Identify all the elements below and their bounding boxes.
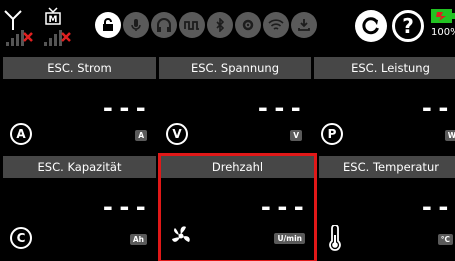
tile-esc-temperatur[interactable]: ESC. Temperatur --- °C [319, 156, 455, 261]
unit-badge: °C [437, 234, 453, 245]
tile-esc-strom[interactable]: ESC. Strom --- A A [3, 57, 156, 152]
unit-badge: A [135, 130, 147, 141]
tile-value: --- [100, 193, 150, 221]
voltage-icon: V [166, 123, 188, 145]
tile-title: ESC. Leistung [314, 57, 455, 79]
svg-text:M: M [49, 15, 58, 25]
tile-title: ESC. Kapazität [3, 156, 156, 178]
tile-title: ESC. Temperatur [319, 156, 455, 178]
battery-icon [431, 8, 455, 24]
fan-icon [169, 224, 193, 248]
settings-icon[interactable] [235, 12, 261, 38]
wifi-icon[interactable] [263, 12, 289, 38]
servo-icon[interactable] [179, 12, 205, 38]
reset-icon[interactable] [355, 10, 387, 42]
help-glyph: ? [402, 14, 414, 38]
help-icon[interactable]: ? [392, 10, 424, 42]
tile-value: --- [100, 94, 150, 122]
status-bar: M ? 100 [0, 0, 455, 56]
unit-badge: U/min [274, 233, 305, 244]
current-icon: A [10, 123, 32, 145]
tile-value: --- [258, 193, 308, 221]
download-icon[interactable] [291, 12, 317, 38]
power-icon: P [321, 123, 343, 145]
tile-value: --- [255, 94, 305, 122]
tile-esc-kapazitaet[interactable]: ESC. Kapazität --- C Ah [3, 156, 156, 261]
tile-title: ESC. Strom [3, 57, 156, 79]
capacity-icon: C [10, 227, 32, 249]
tile-esc-leistung[interactable]: ESC. Leistung --- P W [314, 57, 455, 152]
tile-drehzahl[interactable]: Drehzahl --- U/min [158, 153, 317, 261]
unit-badge: W [444, 130, 455, 141]
receiver-signal-icon[interactable]: M [40, 4, 90, 52]
tile-value: --- [419, 94, 455, 122]
lock-icon[interactable] [95, 12, 121, 38]
tile-title: ESC. Spannung [159, 57, 311, 79]
tile-esc-spannung[interactable]: ESC. Spannung --- V V [159, 57, 311, 152]
unit-badge: V [290, 130, 302, 141]
tile-value: --- [419, 193, 455, 221]
unit-badge: Ah [129, 234, 147, 245]
headphones-icon[interactable] [151, 12, 177, 38]
thermometer-icon [327, 225, 343, 251]
bluetooth-icon[interactable] [207, 12, 233, 38]
battery-percent: 100% [431, 27, 455, 38]
microphone-icon[interactable] [123, 12, 149, 38]
tile-title: Drehzahl [161, 156, 314, 178]
